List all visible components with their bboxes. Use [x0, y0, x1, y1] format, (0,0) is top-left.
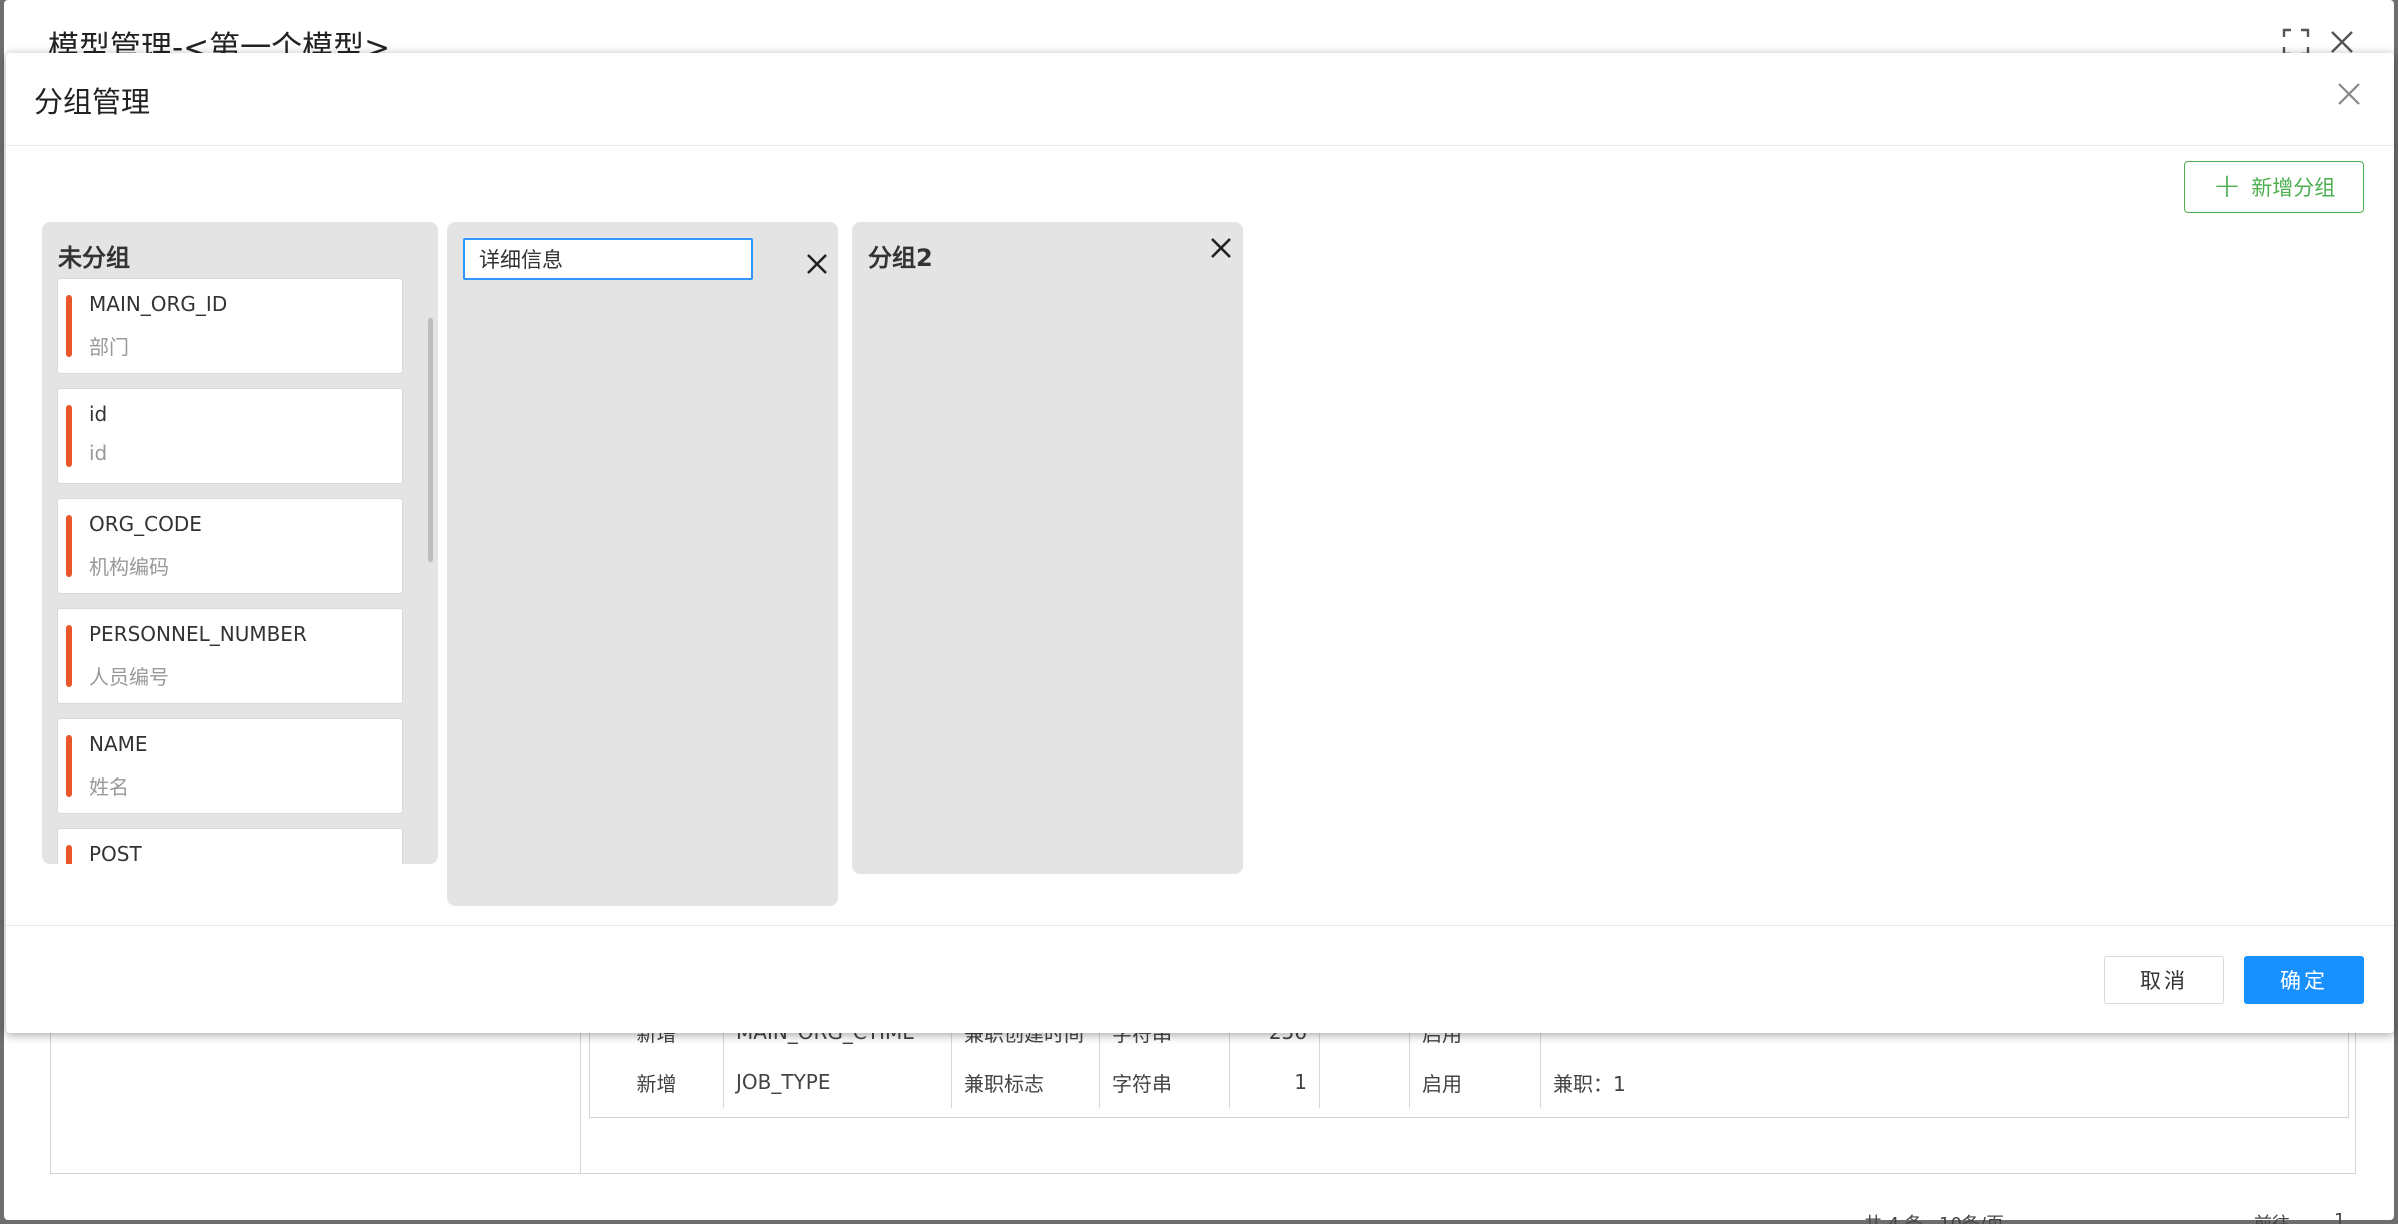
- confirm-button[interactable]: 确定: [2244, 956, 2364, 1004]
- field-code: id: [89, 402, 108, 426]
- pagination-goto-label: 前往: [2254, 1210, 2290, 1224]
- field-card[interactable]: ORG_CODE 机构编码: [57, 498, 403, 594]
- group-column-detail[interactable]: [447, 222, 838, 906]
- drag-handle-bar: [66, 625, 72, 687]
- group-name-input[interactable]: [463, 238, 753, 280]
- drag-handle-bar: [66, 295, 72, 357]
- dialog-header: 分组管理: [6, 53, 2394, 146]
- field-label: 机构编码: [89, 555, 169, 579]
- drag-handle-bar: [66, 515, 72, 577]
- scrollbar-thumb[interactable]: [428, 318, 433, 562]
- field-card[interactable]: POST: [57, 828, 403, 864]
- table-cell-status: 启用: [1410, 1056, 1541, 1108]
- pagination-page-input[interactable]: 1: [2334, 1210, 2345, 1224]
- drag-handle-bar: [66, 735, 72, 797]
- plus-icon: +: [2212, 165, 2242, 206]
- field-card[interactable]: NAME 姓名: [57, 718, 403, 814]
- field-code: PERSONNEL_NUMBER: [89, 622, 307, 646]
- pagination-page-size[interactable]: 10条/页: [1939, 1210, 2004, 1224]
- field-card[interactable]: PERSONNEL_NUMBER 人员编号: [57, 608, 403, 704]
- field-card[interactable]: MAIN_ORG_ID 部门: [57, 278, 403, 374]
- pagination-total: 共 4 条: [1864, 1210, 1923, 1224]
- add-group-label: 新增分组: [2251, 176, 2336, 200]
- dialog-footer: [6, 925, 2394, 1033]
- group-column-ungrouped[interactable]: 未分组 MAIN_ORG_ID 部门 id id ORG_CODE 机构编码 P…: [42, 222, 438, 864]
- expand-icon[interactable]: [2282, 28, 2310, 56]
- add-group-button[interactable]: + 新增分组: [2184, 161, 2364, 213]
- field-label: 姓名: [89, 775, 129, 799]
- drag-handle-bar: [66, 405, 72, 467]
- table-row[interactable]: 新增 JOB_TYPE 兼职标志 字符串 1 启用 兼职：1: [590, 1056, 1941, 1108]
- table-cell-blank: [1320, 1056, 1410, 1108]
- background-panel-divider: [580, 1010, 581, 1174]
- group-title: 未分组: [58, 244, 130, 272]
- delete-group-icon[interactable]: [805, 252, 829, 276]
- field-label: id: [89, 441, 108, 465]
- close-icon[interactable]: [2328, 28, 2356, 56]
- field-label: 部门: [89, 335, 129, 359]
- delete-group-icon[interactable]: [1209, 236, 1233, 260]
- field-code: ORG_CODE: [89, 512, 202, 536]
- table-cell-op: 新增: [590, 1056, 724, 1108]
- drag-handle-bar: [66, 845, 72, 864]
- field-card[interactable]: id id: [57, 388, 403, 484]
- cancel-button[interactable]: 取消: [2104, 956, 2224, 1004]
- close-icon[interactable]: [2336, 81, 2362, 107]
- dialog-title: 分组管理: [34, 85, 151, 119]
- group-column-group2[interactable]: 分组2: [852, 222, 1243, 874]
- table-cell-length: 1: [1230, 1056, 1320, 1108]
- group-title: 分组2: [868, 244, 933, 272]
- field-code: NAME: [89, 732, 148, 756]
- table-cell-name: 兼职标志: [952, 1056, 1100, 1108]
- field-label: 人员编号: [89, 665, 169, 689]
- field-list: MAIN_ORG_ID 部门 id id ORG_CODE 机构编码 PERSO…: [57, 278, 403, 864]
- field-code: POST: [89, 842, 142, 864]
- table-cell-remark: 兼职：1: [1553, 1071, 1626, 1096]
- field-code: MAIN_ORG_ID: [89, 292, 228, 316]
- table-cell-type: 字符串: [1100, 1056, 1230, 1108]
- group-management-dialog: 分组管理 + 新增分组 未分组 MAIN_ORG_ID 部门 id id ORG…: [6, 53, 2394, 1033]
- table-cell-code: JOB_TYPE: [724, 1056, 952, 1108]
